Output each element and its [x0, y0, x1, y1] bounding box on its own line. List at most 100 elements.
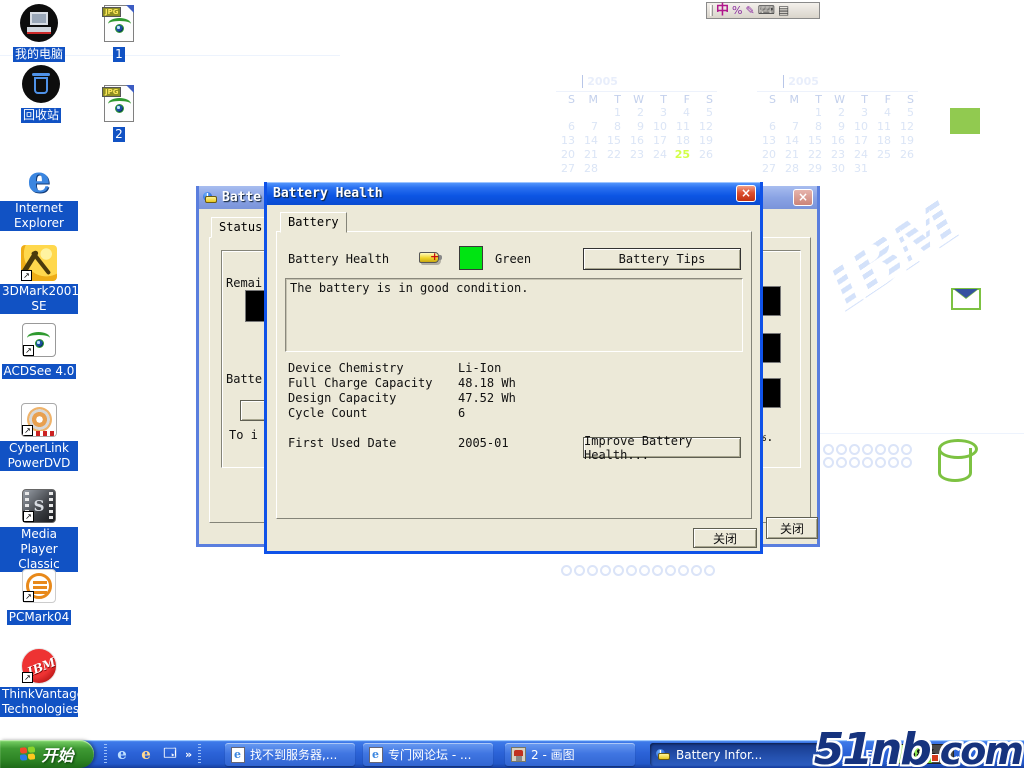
desktop-icon-my-computer[interactable]: 我的电脑: [0, 3, 78, 62]
calendar-march: 3 2005 SMTWTFS12345678910111213141516171…: [757, 56, 921, 175]
watermark-text: com: [940, 729, 1022, 768]
desktop-icon-internet-explorer[interactable]: e Internet Explorer: [0, 160, 78, 231]
chinese-input-icon[interactable]: 中: [716, 4, 729, 17]
taskbar-button-battery-information[interactable]: ! Battery Infor...: [650, 743, 835, 766]
info-row: Design Capacity 47.52 Wh: [288, 391, 728, 406]
calendar-day: 26: [694, 147, 717, 161]
calendar-day: 14: [780, 133, 803, 147]
calendar-year: 2005: [783, 75, 819, 88]
desktop: IBM 2 2005 SMTWTFS1234567891011121314151…: [0, 0, 1024, 768]
ie-page-icon: [231, 747, 245, 763]
calendar-day: 3: [648, 105, 671, 119]
info-value: 47.52 Wh: [458, 391, 516, 405]
desktop-icon-3dmark2001[interactable]: ↗ 3DMark2001 SE: [0, 243, 78, 314]
battery-health-label: Battery Health: [288, 252, 389, 266]
calendar-day: 20: [556, 147, 579, 161]
icon-label: 回收站: [21, 108, 61, 123]
close-button[interactable]: 关闭: [693, 528, 757, 548]
tab-status[interactable]: Status: [211, 217, 270, 238]
dialog-titlebar[interactable]: Battery Health ×: [267, 182, 760, 205]
show-desktop-icon[interactable]: 🗔: [161, 745, 179, 763]
toolbar-overflow-chevron[interactable]: »: [185, 748, 192, 761]
icon-label: 我的电脑: [13, 47, 65, 62]
my-computer-icon: [20, 4, 58, 42]
taskbar-button-forum[interactable]: 专门网论坛 - ...: [363, 743, 493, 766]
shortcut-arrow-icon: ↗: [22, 425, 33, 436]
calendar-weekday: T: [648, 91, 671, 105]
calendar-day: 12: [694, 119, 717, 133]
calendar-weekday: W: [826, 91, 849, 105]
desktop-icon-jpg-2[interactable]: JPG 2: [80, 83, 158, 142]
watermark-text: 51nb: [814, 724, 930, 768]
pcmark-icon: ↗: [22, 569, 56, 603]
language-bar[interactable]: 中 % ✎ ⌨ ▤: [706, 2, 820, 19]
calendar-day: 25: [872, 147, 895, 161]
icon-label: 2: [113, 127, 125, 142]
calendar-day: 8: [803, 119, 826, 133]
close-icon[interactable]: ×: [736, 185, 756, 202]
calendar-day: 18: [671, 133, 694, 147]
menu-icon[interactable]: ▤: [778, 4, 789, 17]
keyboard-icon[interactable]: ⌨: [758, 4, 775, 17]
calendar-day: 18: [872, 133, 895, 147]
desktop-icon-jpg-1[interactable]: JPG 1: [80, 3, 158, 62]
info-value: 6: [458, 406, 465, 420]
ime-mode-icon[interactable]: %: [732, 4, 742, 17]
calendar-day: 20: [757, 147, 780, 161]
calendar-day: 13: [556, 133, 579, 147]
desktop-icon-pcmark04[interactable]: ↗ PCMark04: [0, 566, 78, 625]
info-value: 2005-01: [458, 436, 509, 450]
calendar-day: 26: [895, 147, 918, 161]
calendar-weekday: S: [694, 91, 717, 105]
outlook-quicklaunch-icon[interactable]: e: [137, 745, 155, 763]
calendar-day: 2: [625, 105, 648, 119]
desktop-icon-thinkvantage[interactable]: IBM↗ ThinkVantage Technologies: [0, 646, 78, 717]
calendar-day: 23: [625, 147, 648, 161]
improve-battery-health-button[interactable]: Improve Battery Health...: [583, 437, 741, 458]
battery-health-icon: +: [419, 250, 443, 264]
desktop-icon-recycle-bin[interactable]: 回收站: [2, 64, 80, 123]
battery-health-dialog: Battery Health × Battery Battery Health …: [264, 182, 763, 554]
calendar-empty: [556, 105, 579, 119]
shortcut-arrow-icon: ↗: [23, 345, 34, 356]
window-title: Batte: [222, 190, 261, 205]
drive-label: d:\: [534, 563, 557, 578]
taskbar-button-paint[interactable]: 2 - 画图: [505, 743, 635, 766]
calendar-weekday: W: [625, 91, 648, 105]
taskbar-button-label: 2 - 画图: [531, 746, 575, 763]
battery-label: Batte: [226, 372, 262, 386]
calendar-grid: SMTWTFS123456789101112131415161718192021…: [757, 91, 921, 175]
calendar-day: 1: [602, 105, 625, 119]
close-icon[interactable]: ×: [793, 189, 813, 206]
tab-battery[interactable]: Battery: [280, 212, 347, 233]
close-button[interactable]: 关闭: [766, 517, 818, 539]
info-row: Full Charge Capacity 48.18 Wh: [288, 376, 728, 391]
calendar-day: 15: [602, 133, 625, 147]
calendar-day: 14: [579, 133, 602, 147]
desktop-icon-powerdvd[interactable]: ↗ CyberLink PowerDVD: [0, 400, 78, 471]
icon-label: 1: [113, 47, 125, 62]
calendar-empty: [757, 105, 780, 119]
calendar-weekday: T: [803, 91, 826, 105]
battery-tips-button[interactable]: Battery Tips: [583, 248, 741, 270]
taskbar-button-label: Battery Infor...: [676, 748, 762, 762]
calendar-day: 17: [849, 133, 872, 147]
calendar-day: 24: [648, 147, 671, 161]
taskbar-button-server-not-found[interactable]: 找不到服务器,...: [225, 743, 355, 766]
calendar-day: 7: [579, 119, 602, 133]
ie-quicklaunch-icon[interactable]: e: [113, 745, 131, 763]
calendar-february: 2 2005 SMTWTFS12345678910111213141516171…: [556, 56, 720, 175]
calendar-day: 7: [780, 119, 803, 133]
desktop-icon-acdsee[interactable]: ↗ ACDSee 4.0: [0, 320, 78, 379]
info-value: Li-Ion: [458, 361, 501, 375]
calendar-empty: [780, 105, 803, 119]
start-button[interactable]: 开始: [0, 740, 94, 768]
calendar-day: 1: [803, 105, 826, 119]
info-label: Cycle Count: [288, 406, 367, 420]
calendar-empty: [671, 161, 694, 175]
desktop-icon-media-player-classic[interactable]: S↗ Media Player Classic: [0, 486, 78, 572]
taskbar-button-label: 专门网论坛 - ...: [388, 746, 471, 763]
grip-handle-icon[interactable]: [710, 5, 713, 16]
calendar-day: 13: [757, 133, 780, 147]
pen-icon[interactable]: ✎: [745, 4, 754, 17]
